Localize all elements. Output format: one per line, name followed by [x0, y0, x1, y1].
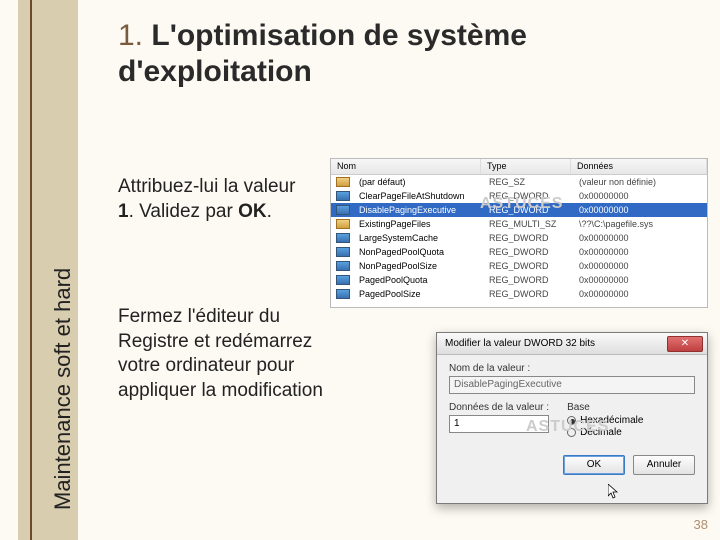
registry-value-icon	[336, 247, 350, 257]
registry-row-data: \??\C:\pagefile.sys	[573, 219, 707, 229]
slide-title: 1. L'optimisation de système d'exploitat…	[118, 18, 678, 90]
registry-row-name: NonPagedPoolQuota	[353, 247, 483, 257]
registry-row[interactable]: ClearPageFileAtShutdownREG_DWORD0x000000…	[331, 189, 707, 203]
registry-row-name: PagedPoolQuota	[353, 275, 483, 285]
registry-row-type: REG_DWORD	[483, 233, 573, 243]
registry-row-name: ClearPageFileAtShutdown	[353, 191, 483, 201]
registry-row-type: REG_DWORD	[483, 261, 573, 271]
registry-row[interactable]: NonPagedPoolSizeREG_DWORD0x00000000	[331, 259, 707, 273]
registry-row-type: REG_SZ	[483, 177, 573, 187]
ok-button[interactable]: OK	[563, 455, 625, 475]
registry-value-icon	[336, 261, 350, 271]
para1-a: Attribuez-lui la valeur	[118, 176, 295, 197]
registry-row[interactable]: (par défaut)REG_SZ(valeur non définie)	[331, 175, 707, 189]
registry-row-type: REG_DWORD	[483, 289, 573, 299]
registry-value-icon	[336, 205, 350, 215]
base-label: Base	[567, 402, 643, 413]
registry-row-data: 0x00000000	[573, 191, 707, 201]
registry-row-data: 0x00000000	[573, 205, 707, 215]
name-label: Nom de la valeur :	[449, 363, 695, 374]
registry-row-type: REG_DWORD	[483, 191, 573, 201]
registry-value-icon	[336, 233, 350, 243]
radio-hex[interactable]: Hexadécimale	[567, 415, 643, 426]
registry-row-name: ExistingPageFiles	[353, 219, 483, 229]
dialog-titlebar: Modifier la valeur DWORD 32 bits ✕	[437, 333, 707, 355]
sidebar-accent-line	[30, 0, 32, 540]
registry-row-data: (valeur non définie)	[573, 177, 707, 187]
data-field[interactable]: 1	[449, 415, 549, 433]
registry-row[interactable]: DisablePagingExecutiveREG_DWORD0x0000000…	[331, 203, 707, 217]
data-label: Données de la valeur :	[449, 402, 549, 413]
dword-dialog: Modifier la valeur DWORD 32 bits ✕ Nom d…	[436, 332, 708, 504]
paragraph-1: Attribuez-lui la valeur 1. Validez par O…	[118, 175, 313, 224]
registry-value-icon	[336, 275, 350, 285]
registry-row-data: 0x00000000	[573, 233, 707, 243]
radio-hex-icon	[567, 416, 576, 425]
registry-col-type: Type	[481, 159, 571, 174]
radio-dec-label: Décimale	[580, 427, 622, 438]
radio-hex-label: Hexadécimale	[580, 415, 643, 426]
registry-row-type: REG_DWORD	[483, 205, 573, 215]
sidebar-label: Maintenance soft et hard	[50, 268, 76, 510]
registry-row[interactable]: PagedPoolSizeREG_DWORD0x00000000	[331, 287, 707, 301]
registry-row[interactable]: ExistingPageFilesREG_MULTI_SZ\??\C:\page…	[331, 217, 707, 231]
registry-row-name: NonPagedPoolSize	[353, 261, 483, 271]
registry-row-data: 0x00000000	[573, 289, 707, 299]
registry-row-name: (par défaut)	[353, 177, 483, 187]
title-text: L'optimisation de système d'exploitation	[118, 19, 527, 88]
cancel-button[interactable]: Annuler	[633, 455, 695, 475]
registry-body: (par défaut)REG_SZ(valeur non définie)Cl…	[331, 175, 707, 301]
registry-row[interactable]: PagedPoolQuotaREG_DWORD0x00000000	[331, 273, 707, 287]
registry-header: Nom Type Données	[331, 159, 707, 175]
registry-col-data: Données	[571, 159, 707, 174]
registry-value-icon	[336, 289, 350, 299]
registry-row-type: REG_DWORD	[483, 247, 573, 257]
name-field[interactable]: DisablePagingExecutive	[449, 376, 695, 394]
registry-row-data: 0x00000000	[573, 247, 707, 257]
title-number: 1.	[118, 19, 143, 52]
close-button[interactable]: ✕	[667, 336, 703, 352]
para1-b: . Validez par	[129, 201, 238, 222]
radio-dec-icon	[567, 428, 576, 437]
page-number: 38	[694, 517, 708, 532]
registry-row-name: PagedPoolSize	[353, 289, 483, 299]
registry-row-name: LargeSystemCache	[353, 233, 483, 243]
radio-dec[interactable]: Décimale	[567, 427, 643, 438]
registry-row[interactable]: NonPagedPoolQuotaREG_DWORD0x00000000	[331, 245, 707, 259]
registry-row-type: REG_MULTI_SZ	[483, 219, 573, 229]
registry-row-data: 0x00000000	[573, 275, 707, 285]
registry-value-icon	[336, 191, 350, 201]
registry-row[interactable]: LargeSystemCacheREG_DWORD0x00000000	[331, 231, 707, 245]
para1-c: .	[267, 201, 272, 222]
para1-bold-2: OK	[238, 201, 267, 222]
paragraph-2: Fermez l'éditeur du Registre et redémarr…	[118, 305, 328, 404]
registry-row-data: 0x00000000	[573, 261, 707, 271]
para1-bold-1: 1	[118, 201, 129, 222]
dialog-title-text: Modifier la valeur DWORD 32 bits	[445, 338, 595, 349]
registry-value-icon	[336, 177, 350, 187]
registry-row-type: REG_DWORD	[483, 275, 573, 285]
registry-row-name: DisablePagingExecutive	[353, 205, 483, 215]
registry-value-icon	[336, 219, 350, 229]
registry-screenshot: Nom Type Données (par défaut)REG_SZ(vale…	[330, 158, 708, 308]
registry-col-name: Nom	[331, 159, 481, 174]
